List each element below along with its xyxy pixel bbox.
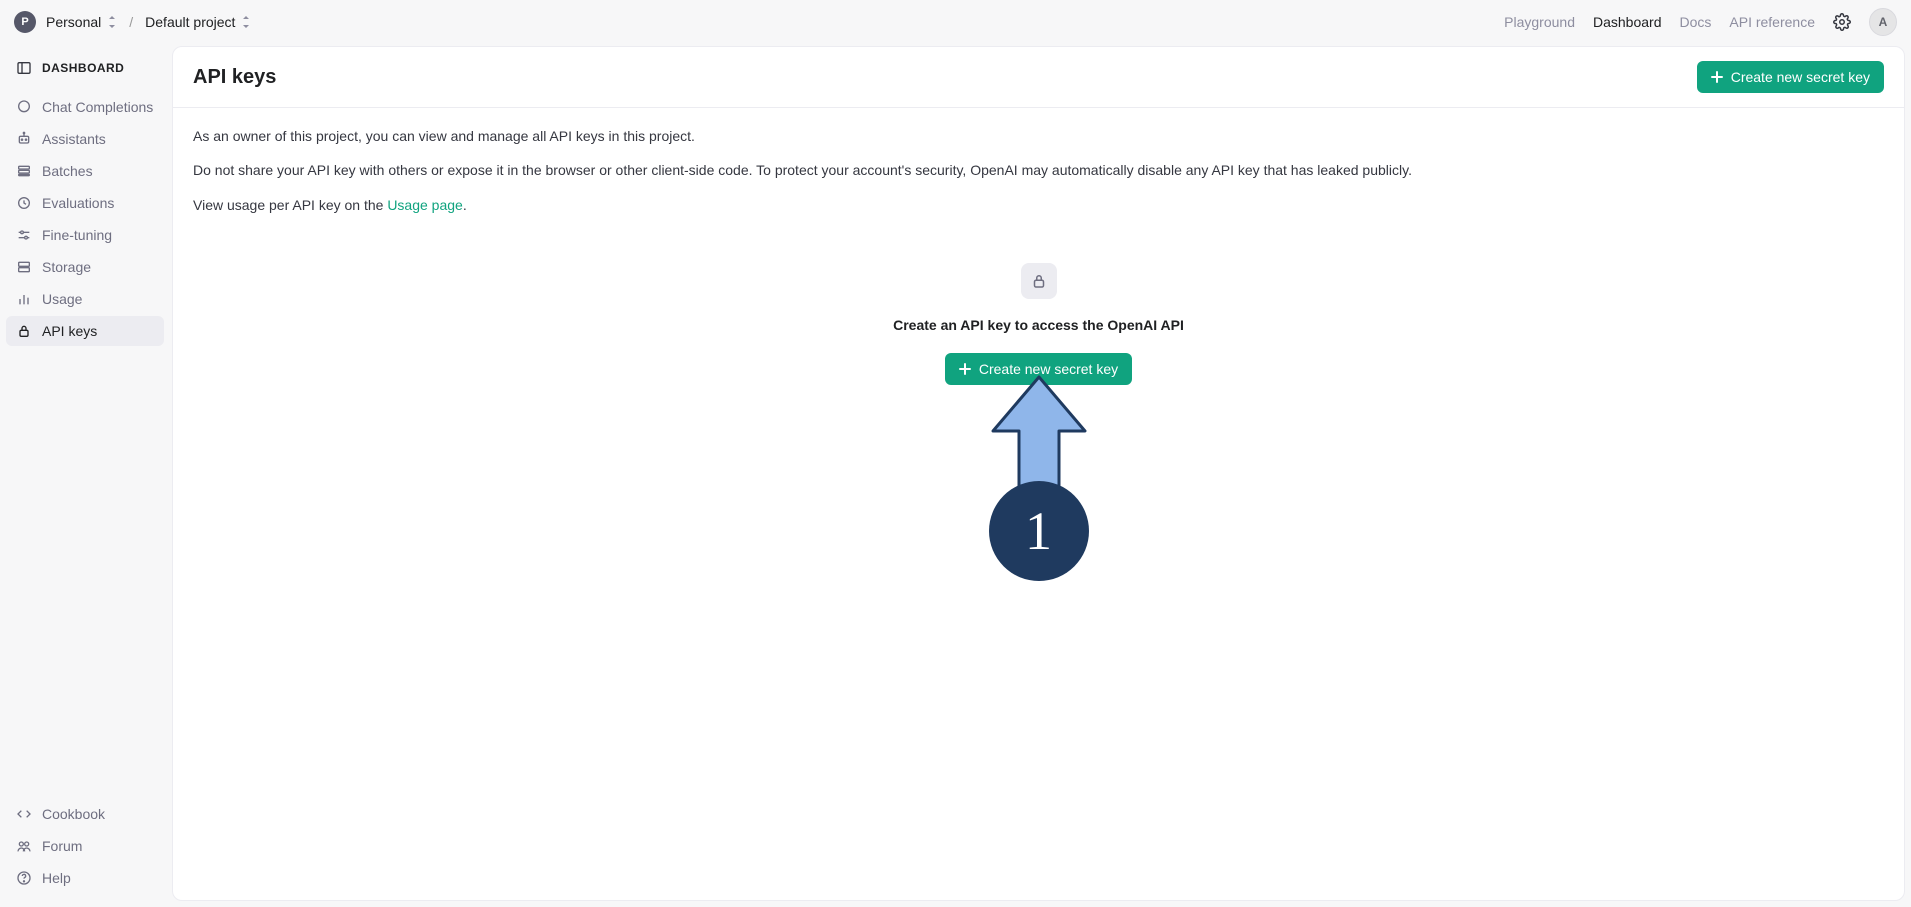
create-button-label: Create new secret key	[979, 361, 1118, 377]
intro-p3-prefix: View usage per API key on the	[193, 197, 387, 213]
sidebar-item-label: Help	[42, 870, 71, 886]
sidebar-item-forum[interactable]: Forum	[6, 831, 164, 861]
sidebar-footer: Cookbook Forum Help	[6, 799, 164, 893]
intro-p3-suffix: .	[463, 197, 467, 213]
arrow-up-icon	[989, 375, 1089, 505]
database-icon	[16, 259, 32, 275]
sidebar-item-label: Storage	[42, 259, 91, 275]
sidebar-header-label: DASHBOARD	[42, 61, 124, 75]
sidebar-item-assistants[interactable]: Assistants	[6, 124, 164, 154]
sidebar-nav: Chat Completions Assistants Batches Eval…	[6, 92, 164, 346]
updown-caret-icon	[241, 15, 251, 29]
project-name-label: Default project	[145, 14, 235, 30]
project-switcher[interactable]: Default project	[145, 14, 251, 30]
user-avatar[interactable]: A	[1869, 8, 1897, 36]
nav-docs[interactable]: Docs	[1679, 14, 1711, 30]
sidebar-item-cookbook[interactable]: Cookbook	[6, 799, 164, 829]
main-body: As an owner of this project, you can vie…	[173, 108, 1904, 403]
sidebar-item-storage[interactable]: Storage	[6, 252, 164, 282]
main-panel: API keys Create new secret key As an own…	[172, 46, 1905, 901]
sidebar-item-chat-completions[interactable]: Chat Completions	[6, 92, 164, 122]
sidebar-item-label: Assistants	[42, 131, 106, 147]
tutorial-annotation: 1	[989, 375, 1089, 581]
intro-paragraph-2: Do not share your API key with others or…	[193, 160, 1884, 180]
intro-paragraph-3: View usage per API key on the Usage page…	[193, 195, 1884, 215]
breadcrumb: P Personal / Default project	[14, 11, 251, 33]
main-header: API keys Create new secret key	[173, 47, 1904, 108]
sliders-icon	[16, 227, 32, 243]
robot-icon	[16, 131, 32, 147]
sidebar-item-api-keys[interactable]: API keys	[6, 316, 164, 346]
people-icon	[16, 838, 32, 854]
sidebar-header[interactable]: DASHBOARD	[6, 52, 164, 84]
target-icon	[16, 195, 32, 211]
empty-state-headline: Create an API key to access the OpenAI A…	[893, 315, 1184, 335]
empty-state-icon-box	[1021, 263, 1057, 299]
sidebar-item-label: Usage	[42, 291, 82, 307]
sidebar-item-label: Chat Completions	[42, 99, 153, 115]
panel-icon	[16, 60, 32, 76]
sidebar-item-label: Batches	[42, 163, 93, 179]
annotation-step-number: 1	[1025, 492, 1052, 570]
sidebar-item-evaluations[interactable]: Evaluations	[6, 188, 164, 218]
shell: DASHBOARD Chat Completions Assistants Ba…	[0, 44, 1911, 907]
empty-state: Create an API key to access the OpenAI A…	[193, 263, 1884, 385]
code-icon	[16, 806, 32, 822]
sidebar-item-usage[interactable]: Usage	[6, 284, 164, 314]
stack-icon	[16, 163, 32, 179]
sidebar-item-batches[interactable]: Batches	[6, 156, 164, 186]
nav-playground[interactable]: Playground	[1504, 14, 1575, 30]
chat-icon	[16, 99, 32, 115]
lock-icon	[1030, 272, 1048, 290]
plus-icon	[959, 363, 971, 375]
plus-icon	[1711, 71, 1723, 83]
sidebar-item-label: Evaluations	[42, 195, 114, 211]
sidebar-item-label: Cookbook	[42, 806, 105, 822]
org-switcher[interactable]: Personal	[46, 14, 117, 30]
org-name-label: Personal	[46, 14, 101, 30]
nav-dashboard[interactable]: Dashboard	[1593, 14, 1662, 30]
page-title: API keys	[193, 66, 276, 89]
annotation-step-circle: 1	[989, 481, 1089, 581]
breadcrumb-separator: /	[129, 14, 133, 30]
create-secret-key-button[interactable]: Create new secret key	[1697, 61, 1884, 93]
gear-icon[interactable]	[1833, 13, 1851, 31]
sidebar-item-label: Forum	[42, 838, 82, 854]
bar-chart-icon	[16, 291, 32, 307]
nav-api-reference[interactable]: API reference	[1729, 14, 1815, 30]
sidebar-item-label: API keys	[42, 323, 97, 339]
sidebar-item-help[interactable]: Help	[6, 863, 164, 893]
create-button-label: Create new secret key	[1731, 69, 1870, 85]
topnav: Playground Dashboard Docs API reference …	[1504, 8, 1897, 36]
sidebar-item-fine-tuning[interactable]: Fine-tuning	[6, 220, 164, 250]
help-icon	[16, 870, 32, 886]
topbar: P Personal / Default project Playground …	[0, 0, 1911, 44]
sidebar-item-label: Fine-tuning	[42, 227, 112, 243]
create-secret-key-button-center[interactable]: Create new secret key	[945, 353, 1132, 385]
usage-page-link[interactable]: Usage page	[387, 197, 463, 213]
sidebar: DASHBOARD Chat Completions Assistants Ba…	[0, 44, 170, 907]
sidebar-spacer	[6, 346, 164, 799]
updown-caret-icon	[107, 15, 117, 29]
lock-icon	[16, 323, 32, 339]
org-avatar[interactable]: P	[14, 11, 36, 33]
intro-paragraph-1: As an owner of this project, you can vie…	[193, 126, 1884, 146]
